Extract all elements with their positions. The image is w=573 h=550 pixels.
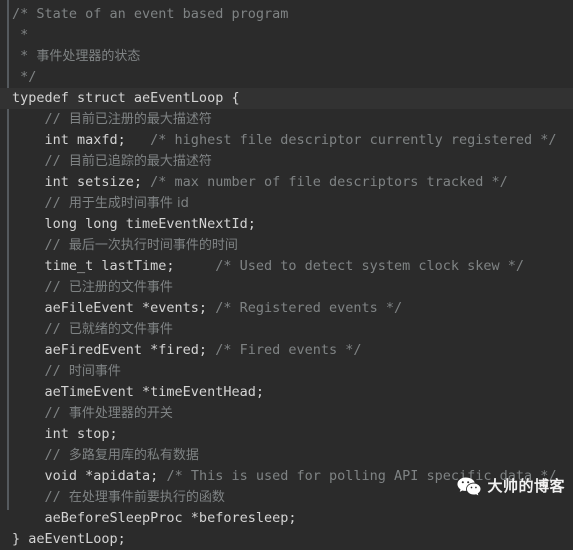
code-line[interactable]: int setsize; /* max number of file descr… — [0, 172, 573, 193]
code-line[interactable]: */ — [0, 67, 573, 88]
code-token-comment: /* State of an event based program — [12, 6, 289, 22]
code-viewer: /* State of an event based program * * 事… — [0, 0, 573, 547]
code-line[interactable]: time_t lastTime; /* Used to detect syste… — [0, 256, 573, 277]
code-token-code: int stop; — [12, 426, 118, 442]
watermark: 大帅的博客 — [457, 473, 565, 499]
code-line[interactable]: int stop; — [0, 424, 573, 445]
code-token-comment: // — [12, 279, 69, 295]
code-token-comment: * — [12, 27, 29, 43]
code-token-comment: // — [12, 153, 69, 169]
code-line[interactable]: aeTimeEvent *timeEventHead; — [0, 382, 573, 403]
code-token-code: void *apidata; — [12, 468, 167, 484]
code-token-comment: /* max number of file descriptors tracke… — [150, 174, 508, 190]
code-token-comment: // — [12, 489, 69, 505]
code-token-cn: 事件处理器的状态 — [36, 49, 141, 64]
code-line[interactable]: // 时间事件 — [0, 361, 573, 382]
code-token-cn: 最后一次执行时间事件的时间 — [68, 238, 238, 253]
code-token-comment: // — [12, 363, 69, 379]
code-line[interactable]: aeFileEvent *events; /* Registered event… — [0, 298, 573, 319]
code-line[interactable]: // 事件处理器的开关 — [0, 403, 573, 424]
code-line[interactable]: long long timeEventNextId; — [0, 214, 573, 235]
code-token-comment: // — [12, 195, 69, 211]
code-token-cn: 多路复用库的私有数据 — [68, 448, 199, 463]
code-token-comment: */ — [12, 69, 37, 85]
code-token-cn: 事件处理器的开关 — [68, 406, 173, 421]
code-token-cn: 已就绪的文件事件 — [68, 322, 173, 337]
code-token-code: time_t lastTime; — [12, 258, 216, 274]
code-token-comment: // — [12, 111, 69, 127]
code-token-cn: 用于生成时间事件 id — [68, 196, 189, 211]
code-line[interactable]: // 用于生成时间事件 id — [0, 193, 573, 214]
code-line[interactable]: typedef struct aeEventLoop { — [0, 88, 573, 109]
code-line[interactable]: aeFiredEvent *fired; /* Fired events */ — [0, 340, 573, 361]
code-token-code: aeFileEvent *events; — [12, 300, 216, 316]
code-token-code: aeFiredEvent *fired; — [12, 342, 216, 358]
code-line[interactable]: * 事件处理器的状态 — [0, 46, 573, 67]
code-token-cn: 已注册的文件事件 — [68, 280, 173, 295]
code-token-comment: /* Fired events */ — [215, 342, 362, 358]
code-line[interactable]: // 目前已注册的最大描述符 — [0, 109, 573, 130]
code-token-comment: // — [12, 405, 69, 421]
code-line[interactable]: /* State of an event based program — [0, 4, 573, 25]
code-token-code: typedef struct aeEventLoop { — [12, 90, 240, 106]
code-token-cn: 时间事件 — [68, 364, 121, 379]
code-line[interactable]: * — [0, 25, 573, 46]
code-lines-container: /* State of an event based program * * 事… — [0, 4, 573, 550]
code-line[interactable]: // 已就绪的文件事件 — [0, 319, 573, 340]
code-token-comment: // — [12, 447, 69, 463]
code-token-code: long long timeEventNextId; — [12, 216, 256, 232]
code-line[interactable]: int maxfd; /* highest file descriptor cu… — [0, 130, 573, 151]
wechat-icon — [457, 476, 482, 497]
code-token-code: aeBeforeSleepProc *beforesleep; — [12, 510, 297, 526]
code-line[interactable]: aeBeforeSleepProc *beforesleep; — [0, 508, 573, 529]
code-line[interactable]: // 最后一次执行时间事件的时间 — [0, 235, 573, 256]
code-token-comment: // — [12, 237, 69, 253]
code-token-code: } aeEventLoop; — [12, 531, 126, 547]
code-token-comment: /* Used to detect system clock skew */ — [215, 258, 525, 274]
code-token-code: int setsize; — [12, 174, 151, 190]
code-token-code: int maxfd; — [12, 132, 151, 148]
code-token-comment: // — [12, 321, 69, 337]
watermark-label: 大帅的博客 — [487, 476, 565, 495]
code-line[interactable]: // 已注册的文件事件 — [0, 277, 573, 298]
code-line[interactable]: // 目前已追踪的最大描述符 — [0, 151, 573, 172]
code-line[interactable]: // 多路复用库的私有数据 — [0, 445, 573, 466]
code-line[interactable]: } aeEventLoop; — [0, 529, 573, 550]
code-token-comment: * — [12, 48, 37, 64]
code-token-comment: /* Registered events */ — [215, 300, 403, 316]
code-token-comment: /* highest file descriptor currently reg… — [150, 132, 557, 148]
code-token-cn: 目前已注册的最大描述符 — [68, 112, 212, 127]
code-token-code: aeTimeEvent *timeEventHead; — [12, 384, 264, 400]
code-token-cn: 在处理事件前要执行的函数 — [68, 490, 225, 505]
code-token-cn: 目前已追踪的最大描述符 — [68, 154, 212, 169]
